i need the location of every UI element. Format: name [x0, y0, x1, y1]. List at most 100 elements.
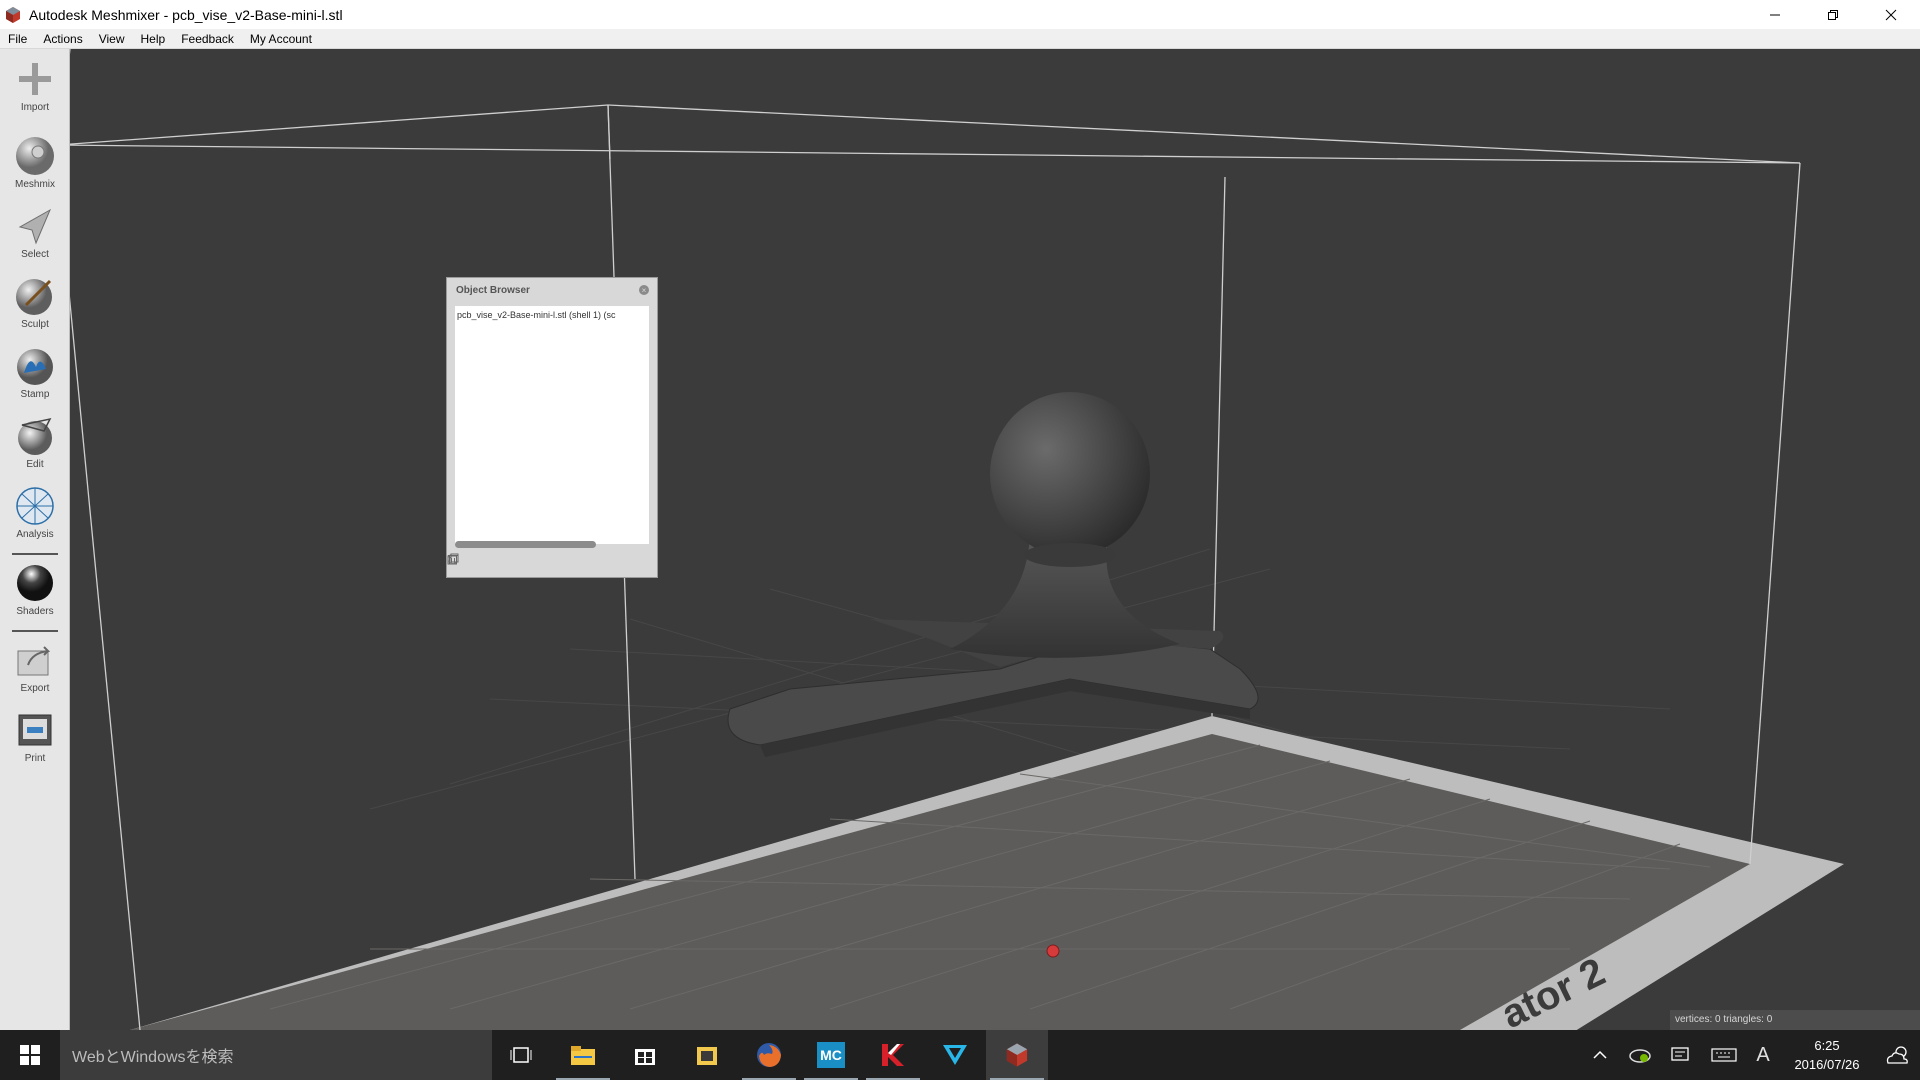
- print-label: Print: [24, 753, 46, 764]
- title-bar: Autodesk Meshmixer - pcb_vise_v2-Base-mi…: [0, 0, 1920, 29]
- menu-file[interactable]: File: [0, 29, 35, 49]
- select-icon: [18, 208, 52, 245]
- import-icon: [19, 63, 51, 95]
- menu-feedback[interactable]: Feedback: [173, 29, 242, 49]
- meshmixer-icon: [1006, 1043, 1028, 1067]
- import-label: Import: [20, 102, 50, 113]
- meshmix-icon: [16, 137, 54, 175]
- edit-tool[interactable]: Edit: [0, 415, 70, 479]
- window-title: Autodesk Meshmixer - pcb_vise_v2-Base-mi…: [29, 6, 343, 23]
- restore-button[interactable]: [1804, 0, 1862, 29]
- start-button[interactable]: [0, 1030, 60, 1080]
- menu-help[interactable]: Help: [133, 29, 174, 49]
- toolbar-divider: [12, 630, 58, 632]
- touch-keyboard-button[interactable]: [1707, 1030, 1741, 1080]
- object-list-item[interactable]: pcb_vise_v2-Base-mini-l.stl (shell 1) (s…: [455, 306, 649, 324]
- meshmix-label: Meshmix: [14, 179, 55, 190]
- object-browser-panel: Object Browser × pcb_vise_v2-Base-mini-l…: [446, 277, 658, 578]
- export-icon: [17, 646, 51, 676]
- folder-app[interactable]: [676, 1030, 738, 1080]
- analysis-icon: [16, 487, 54, 525]
- delete-object-icon[interactable]: [448, 555, 645, 572]
- restore-icon: [1828, 9, 1838, 20]
- meshmix-tool[interactable]: Meshmix: [0, 135, 70, 199]
- analysis-label: Analysis: [16, 529, 54, 540]
- stamp-tool[interactable]: Stamp: [0, 345, 70, 409]
- export-label: Export: [20, 683, 50, 694]
- firefox-icon: [757, 1043, 781, 1067]
- weather-icon: [1886, 1046, 1908, 1064]
- meshmixer-app[interactable]: [986, 1030, 1048, 1080]
- object-list-scrollbar[interactable]: [455, 541, 596, 548]
- duplicate-object-icon[interactable]: [447, 553, 627, 572]
- sculpt-tool[interactable]: Sculpt: [0, 275, 70, 339]
- folder-app-icon: [697, 1047, 717, 1065]
- build-plate: [130, 734, 1750, 1030]
- print-icon: [18, 714, 52, 746]
- toolbar-divider: [12, 553, 58, 555]
- tool-sidebar: Import Meshmix Select Sculpt Stamp Edit …: [0, 49, 70, 1030]
- firefox-app[interactable]: [738, 1030, 800, 1080]
- select-tool[interactable]: Select: [0, 205, 70, 269]
- edit-label: Edit: [26, 459, 44, 470]
- import-tool[interactable]: Import: [0, 58, 70, 122]
- meshmixer-app-icon: [6, 6, 20, 23]
- object-browser-header[interactable]: Object Browser ×: [447, 278, 657, 302]
- ime-indicator[interactable]: A: [1750, 1030, 1776, 1080]
- store-app[interactable]: [614, 1030, 676, 1080]
- object-visibility-icon[interactable]: [447, 553, 487, 572]
- shaders-label: Shaders: [16, 606, 54, 617]
- model-mesh[interactable]: [727, 392, 1259, 757]
- stamp-icon: [17, 349, 53, 385]
- menu-bar: File Actions View Help Feedback My Accou…: [0, 29, 1920, 49]
- export-tool[interactable]: Export: [0, 639, 70, 703]
- keyboard-icon: [1711, 1048, 1737, 1062]
- minimize-button[interactable]: [1746, 0, 1804, 29]
- weather-button[interactable]: [1880, 1030, 1916, 1080]
- analysis-tool[interactable]: Analysis: [0, 485, 70, 549]
- notification-icon: [1671, 1047, 1689, 1061]
- network-tray-button[interactable]: [1625, 1030, 1655, 1080]
- close-icon: [1885, 9, 1897, 20]
- scene-canvas: ator 2: [70, 49, 1844, 1030]
- chevron-up-icon: [1593, 1050, 1607, 1059]
- file-explorer-app[interactable]: [552, 1030, 614, 1080]
- object-browser-title: Object Browser: [456, 284, 530, 296]
- v-app-icon: [943, 1045, 967, 1065]
- k-app-icon: [882, 1044, 904, 1066]
- task-view-icon: [510, 1047, 532, 1063]
- file-explorer-icon: [571, 1046, 595, 1065]
- mc-app[interactable]: MC: [800, 1030, 862, 1080]
- sculpt-icon: [16, 279, 52, 315]
- taskbar: WebとWindowsを検索 MC A 6:25 2016/07/26: [0, 1030, 1920, 1080]
- menu-view[interactable]: View: [91, 29, 133, 49]
- mc-app-icon: MC: [817, 1042, 845, 1068]
- object-list[interactable]: pcb_vise_v2-Base-mini-l.stl (shell 1) (s…: [455, 306, 649, 544]
- pivot-point[interactable]: [1046, 944, 1060, 958]
- close-button[interactable]: [1862, 0, 1920, 29]
- k-app[interactable]: [862, 1030, 924, 1080]
- edit-icon: [18, 417, 52, 455]
- store-icon: [635, 1049, 655, 1065]
- v-app[interactable]: [924, 1030, 986, 1080]
- shaders-icon: [17, 565, 53, 601]
- minimize-icon: [1770, 14, 1780, 15]
- object-browser-close-button[interactable]: ×: [639, 285, 649, 295]
- taskbar-search-box[interactable]: WebとWindowsを検索: [60, 1030, 492, 1080]
- print-tool[interactable]: Print: [0, 709, 70, 773]
- task-view-button[interactable]: [490, 1030, 552, 1080]
- nvidia-tray-icon: [1629, 1049, 1651, 1063]
- shaders-tool[interactable]: Shaders: [0, 562, 70, 626]
- clock-date: 2016/07/26: [1794, 1057, 1860, 1072]
- 3d-viewport[interactable]: ator 2 Object Browser × pcb_vise_v2-Base…: [70, 49, 1920, 1030]
- action-center-button[interactable]: [1665, 1030, 1695, 1080]
- sculpt-label: Sculpt: [21, 319, 49, 330]
- menu-my-account[interactable]: My Account: [242, 29, 320, 49]
- windows-logo-icon: [20, 1045, 40, 1065]
- show-hidden-icons-button[interactable]: [1585, 1030, 1615, 1080]
- clock-time: 6:25: [1814, 1038, 1840, 1053]
- object-browser-footer: [447, 553, 657, 577]
- mesh-stats: vertices: 0 triangles: 0: [1670, 1010, 1920, 1030]
- menu-actions[interactable]: Actions: [35, 29, 90, 49]
- clock[interactable]: 6:25 2016/07/26: [1780, 1036, 1874, 1074]
